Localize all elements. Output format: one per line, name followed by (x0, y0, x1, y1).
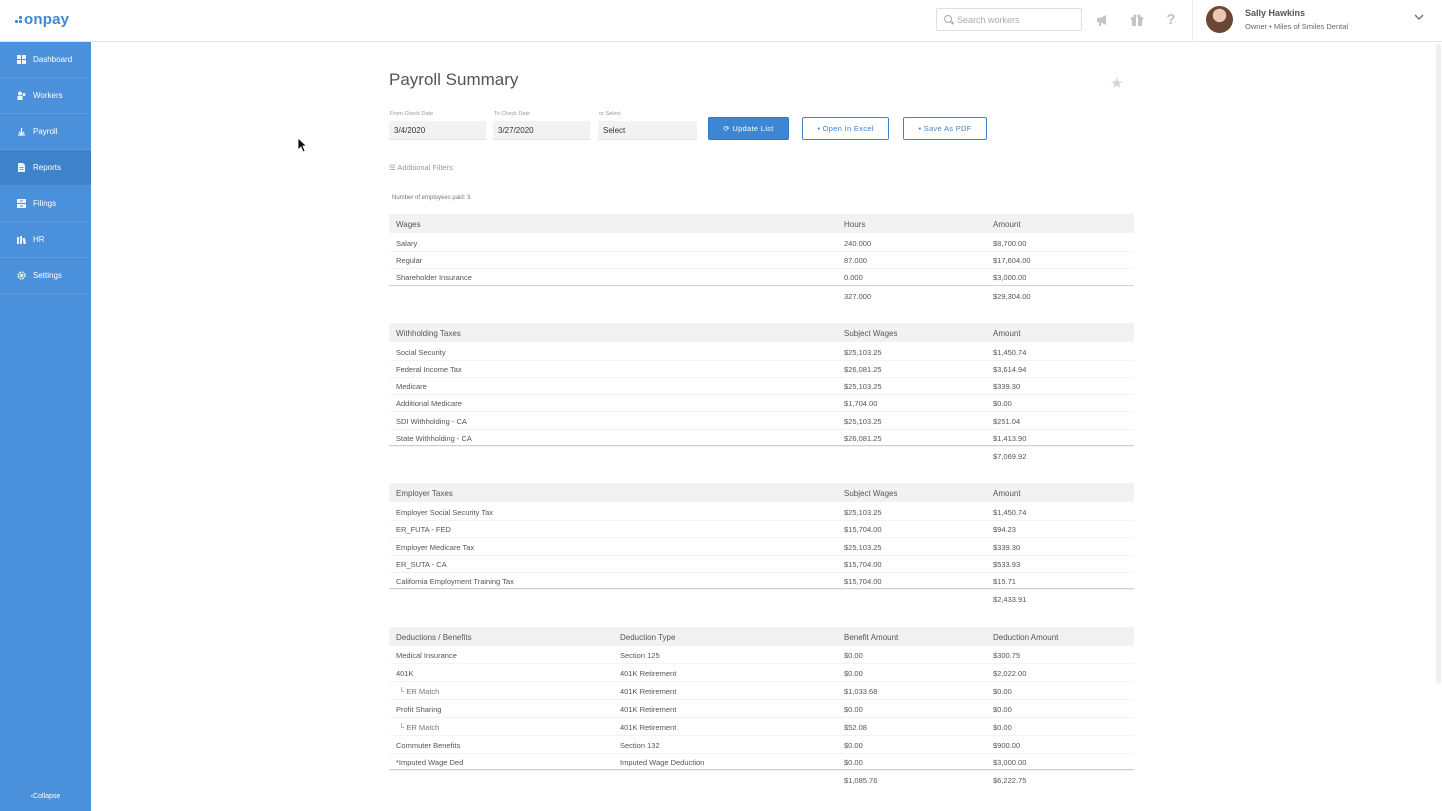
employee-count: Number of employees paid: 3 (392, 195, 471, 201)
employer-taxes-table-header: Employer Taxes Subject Wages Amount (389, 483, 1134, 502)
table-row: Shareholder Insurance 0.000 $3,000.00 (389, 269, 1134, 286)
top-bar: onpay Search workers ? Sally Hawkins Own… (0, 0, 1442, 42)
from-date-input[interactable]: 3/4/2020 (389, 121, 486, 140)
user-name[interactable]: Sally Hawkins (1245, 8, 1305, 18)
table-row: Regular 87.000 $17,604.00 (389, 252, 1134, 269)
deductions-table-header: Deductions / Benefits Deduction Type Ben… (389, 627, 1134, 646)
reports-icon (17, 163, 26, 172)
column-header: Deduction Amount (993, 633, 1059, 642)
table-row: Employer Social Security Tax $25,103.25 $1… (389, 504, 1134, 521)
sidebar-item-label: Dashboard (33, 55, 73, 64)
column-header: Amount (993, 489, 1021, 498)
deductions-total-row: $1,085.76 $6,222.75 (389, 769, 1134, 786)
search-icon (944, 15, 952, 23)
table-row: └ ER Match 401K Retirement $1,033.68 $0.00 (389, 683, 1134, 700)
table-row: SDI Withholding - CA $25,103.25 $251.04 (389, 413, 1134, 430)
column-header: Amount (993, 220, 1021, 229)
scrollbar[interactable] (1436, 44, 1441, 684)
collapse-button[interactable]: ‹Collapse (0, 793, 91, 800)
column-header: Withholding Taxes (396, 329, 461, 338)
column-header: Deduction Type (620, 633, 676, 642)
sidebar: Dashboard Workers Payroll Reports Filing… (0, 42, 91, 811)
hr-icon (17, 235, 27, 245)
table-row: Medical Insurance Section 125 $0.00 $300.75 (389, 647, 1134, 664)
sliders-icon: ☰ (389, 163, 396, 172)
file-pdf-icon: ▪ (918, 124, 922, 133)
table-row: Social Security $25,103.25 $1,450.74 (389, 344, 1134, 361)
column-header: Subject Wages (844, 329, 898, 338)
column-header: Subject Wages (844, 489, 898, 498)
dashboard-icon (17, 55, 26, 64)
payroll-icon (17, 127, 26, 136)
onpay-logo[interactable]: onpay (15, 11, 69, 28)
topbar-divider (1192, 0, 1193, 42)
sidebar-item-label: Filings (33, 199, 57, 208)
column-header: Amount (993, 329, 1021, 338)
star-icon[interactable]: ★ (1110, 74, 1123, 92)
file-excel-icon: ▪ (817, 124, 821, 133)
table-row: ER_SUTA - CA $15,704.00 $533.93 (389, 556, 1134, 573)
mouse-cursor-icon (297, 137, 307, 153)
sidebar-item-label: Workers (33, 91, 63, 100)
page-title: Payroll Summary (389, 70, 519, 89)
to-date-input[interactable]: 3/27/2020 (493, 121, 590, 140)
column-header: Deductions / Benefits (396, 633, 472, 642)
to-date-label: To Check Date (494, 111, 531, 117)
table-row: Additional Medicare $1,704.00 $0.00 (389, 395, 1134, 412)
wages-table-header: Wages Hours Amount (389, 214, 1134, 233)
sidebar-item-reports[interactable]: Reports (0, 150, 91, 186)
logo-mark-icon (15, 16, 23, 24)
table-row: Employer Medicare Tax $25,103.25 $339.30 (389, 539, 1134, 556)
select-label: or Select (599, 111, 621, 117)
megaphone-icon[interactable] (1095, 12, 1111, 28)
help-icon[interactable]: ? (1163, 12, 1179, 28)
column-header: Wages (396, 220, 421, 229)
sidebar-item-settings[interactable]: Settings (0, 258, 91, 294)
from-date-label: From Check Date (390, 111, 434, 117)
user-role: Owner • Miles of Smiles Dental (1245, 22, 1349, 31)
open-in-excel-button[interactable]: ▪ Open In Excel (802, 117, 889, 140)
filings-icon (17, 199, 26, 208)
avatar[interactable] (1206, 6, 1233, 33)
sidebar-item-label: Payroll (33, 127, 58, 136)
additional-filters-link[interactable]: ☰ Additional Filters (389, 163, 453, 172)
search-input[interactable]: Search workers (936, 8, 1082, 31)
settings-icon (17, 271, 26, 280)
sidebar-item-dashboard[interactable]: Dashboard (0, 42, 91, 78)
withholding-table-header: Withholding Taxes Subject Wages Amount (389, 323, 1134, 342)
sidebar-item-label: HR (33, 235, 45, 244)
update-list-button[interactable]: ⟳ Update List (708, 117, 789, 140)
employer-taxes-total-row: $2,433.91 (389, 588, 1134, 605)
refresh-icon: ⟳ (723, 124, 730, 133)
table-row: 401K 401K Retirement $0.00 $2,022.00 (389, 665, 1134, 682)
search-placeholder: Search workers (957, 15, 1020, 25)
column-header: Hours (844, 220, 866, 229)
chevron-down-icon[interactable] (1414, 13, 1424, 24)
table-row: Commuter Benefits Section 132 $0.00 $900.00 (389, 737, 1134, 754)
sidebar-item-payroll[interactable]: Payroll (0, 114, 91, 150)
table-row: Profit Sharing 401K Retirement $0.00 $0.00 (389, 701, 1134, 718)
gift-icon[interactable] (1129, 12, 1145, 28)
sidebar-item-label: Reports (33, 163, 62, 172)
table-row: Federal Income Tax $26,081.25 $3,614.94 (389, 361, 1134, 378)
table-row: └ ER Match 401K Retirement $52.08 $0.00 (389, 719, 1134, 736)
sidebar-item-workers[interactable]: Workers (0, 78, 91, 114)
table-row: Salary 240.000 $8,700.00 (389, 235, 1134, 252)
sidebar-item-label: Settings (33, 271, 62, 280)
withholding-total-row: $7,069.92 (389, 445, 1134, 462)
sidebar-item-hr[interactable]: HR (0, 222, 91, 258)
table-row: ER_FUTA - FED $15,704.00 $94.23 (389, 521, 1134, 538)
sidebar-item-filings[interactable]: Filings (0, 186, 91, 222)
save-as-pdf-button[interactable]: ▪ Save As PDF (903, 117, 987, 140)
table-row: Medicare $25,103.25 $339.30 (389, 378, 1134, 395)
date-range-select[interactable]: Select (598, 121, 697, 140)
column-header: Benefit Amount (844, 633, 899, 642)
workers-icon (17, 91, 26, 100)
column-header: Employer Taxes (396, 489, 453, 498)
wages-total-row: 327.000 $29,304.00 (389, 285, 1134, 302)
